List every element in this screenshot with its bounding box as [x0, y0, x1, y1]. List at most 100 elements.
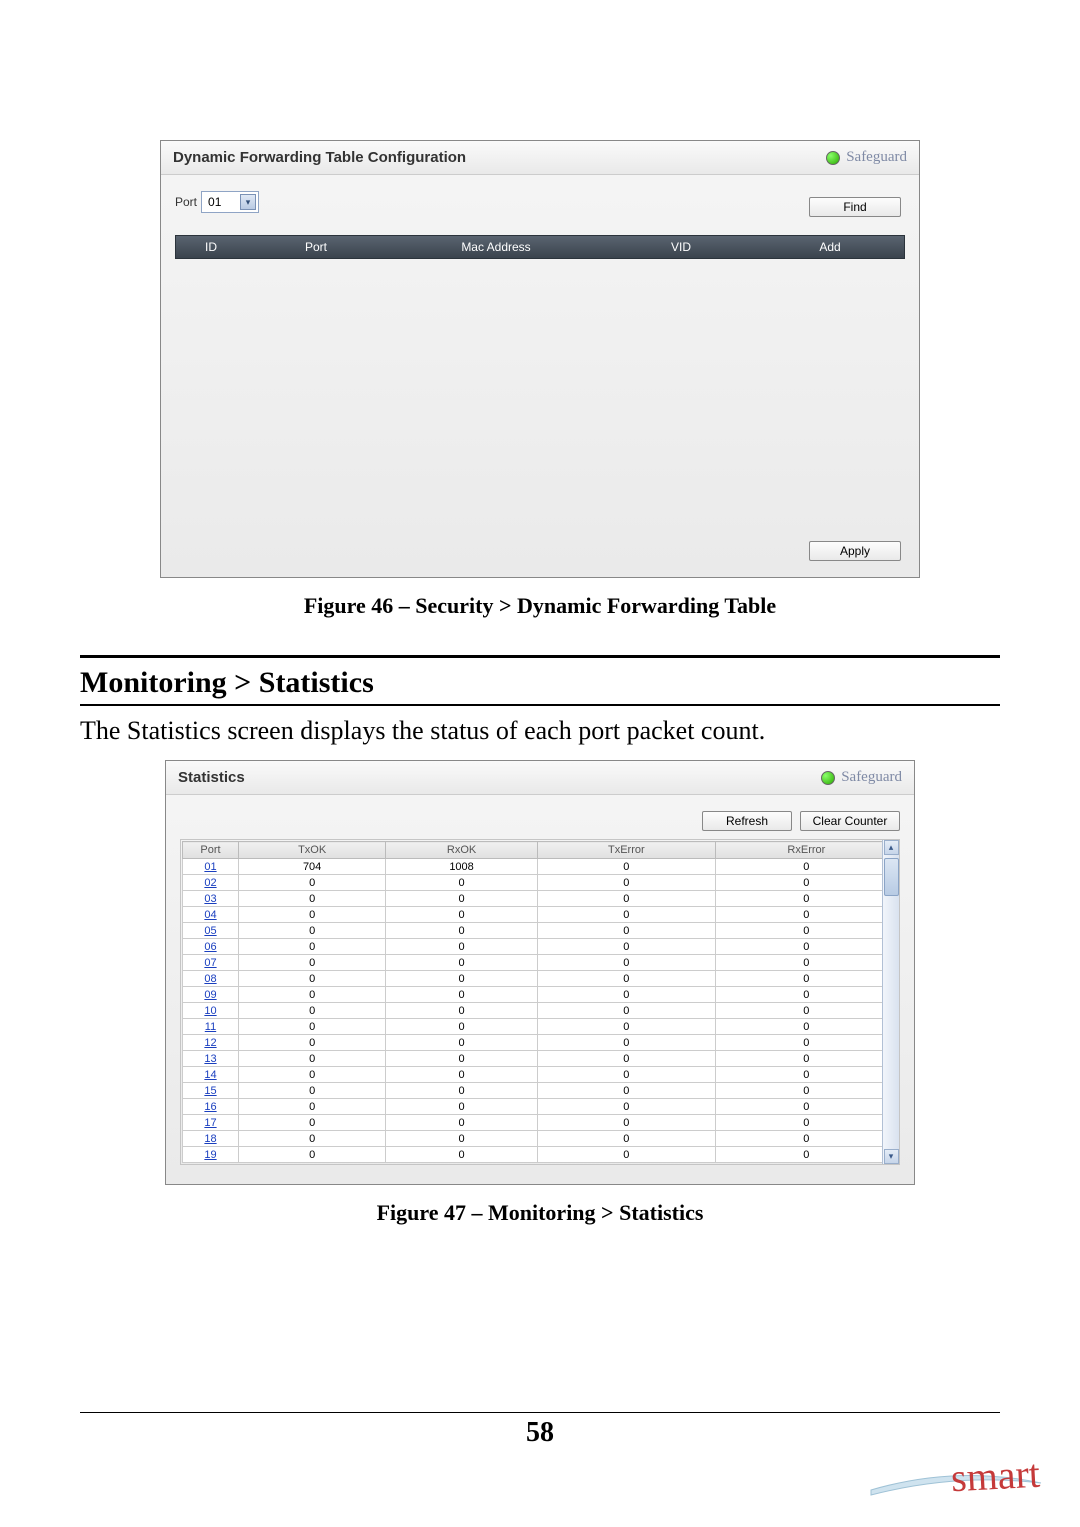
- cell-txok: 0: [239, 1067, 386, 1083]
- port-link[interactable]: 03: [183, 891, 239, 907]
- cell-txok: 0: [239, 971, 386, 987]
- cell-txok: 0: [239, 987, 386, 1003]
- col-vid: VID: [606, 240, 756, 254]
- col-port[interactable]: Port: [183, 842, 239, 859]
- port-link[interactable]: 05: [183, 923, 239, 939]
- table-row: 050000: [183, 923, 898, 939]
- table-row: 110000: [183, 1019, 898, 1035]
- cell-rxok: 0: [386, 1035, 538, 1051]
- port-link[interactable]: 18: [183, 1131, 239, 1147]
- refresh-button[interactable]: Refresh: [702, 811, 792, 831]
- statistics-table-wrap: Port TxOK RxOK TxError RxError 017041008…: [180, 839, 900, 1165]
- cell-txerr: 0: [537, 955, 715, 971]
- port-link[interactable]: 15: [183, 1083, 239, 1099]
- cell-txok: 0: [239, 1019, 386, 1035]
- table-row: 120000: [183, 1035, 898, 1051]
- safeguard-label: Safeguard: [841, 769, 902, 786]
- cell-txok: 0: [239, 875, 386, 891]
- cell-rxerr: 0: [715, 1083, 897, 1099]
- port-link[interactable]: 04: [183, 907, 239, 923]
- cell-txerr: 0: [537, 1067, 715, 1083]
- cell-rxok: 0: [386, 1115, 538, 1131]
- find-button[interactable]: Find: [809, 197, 901, 217]
- cell-rxok: 0: [386, 1083, 538, 1099]
- statistics-table: Port TxOK RxOK TxError RxError 017041008…: [182, 841, 898, 1163]
- cell-txok: 0: [239, 1035, 386, 1051]
- safeguard-dot-icon: [821, 771, 835, 785]
- cell-rxerr: 0: [715, 1147, 897, 1163]
- chevron-down-icon[interactable]: ▾: [240, 194, 256, 210]
- cell-rxok: 0: [386, 1051, 538, 1067]
- figure-46-caption: Figure 46 – Security > Dynamic Forwardin…: [80, 593, 1000, 619]
- cell-txok: 0: [239, 955, 386, 971]
- cell-txerr: 0: [537, 1003, 715, 1019]
- scrollbar-thumb[interactable]: [884, 858, 899, 896]
- port-link[interactable]: 13: [183, 1051, 239, 1067]
- cell-rxok: 0: [386, 1003, 538, 1019]
- cell-txerr: 0: [537, 1019, 715, 1035]
- col-id: ID: [176, 240, 246, 254]
- col-rxok[interactable]: RxOK: [386, 842, 538, 859]
- cell-txerr: 0: [537, 923, 715, 939]
- page-number: 58: [80, 1412, 1000, 1449]
- scrollbar[interactable]: ▴ ▾: [882, 840, 899, 1164]
- cell-txok: 0: [239, 939, 386, 955]
- cell-rxok: 0: [386, 1019, 538, 1035]
- cell-txerr: 0: [537, 1147, 715, 1163]
- panel-header: Dynamic Forwarding Table Configuration S…: [161, 141, 919, 175]
- cell-txok: 0: [239, 891, 386, 907]
- port-link[interactable]: 11: [183, 1019, 239, 1035]
- cell-txerr: 0: [537, 1083, 715, 1099]
- cell-txok: 0: [239, 1083, 386, 1099]
- cell-txok: 0: [239, 1099, 386, 1115]
- table-row: 150000: [183, 1083, 898, 1099]
- port-link[interactable]: 09: [183, 987, 239, 1003]
- cell-txok: 0: [239, 1115, 386, 1131]
- cell-txerr: 0: [537, 1115, 715, 1131]
- cell-txerr: 0: [537, 971, 715, 987]
- scroll-down-icon[interactable]: ▾: [884, 1149, 899, 1164]
- cell-rxok: 0: [386, 923, 538, 939]
- port-link[interactable]: 19: [183, 1147, 239, 1163]
- cell-rxok: 0: [386, 907, 538, 923]
- col-port: Port: [246, 240, 386, 254]
- port-link[interactable]: 02: [183, 875, 239, 891]
- port-link[interactable]: 14: [183, 1067, 239, 1083]
- cell-rxok: 1008: [386, 859, 538, 875]
- port-select[interactable]: 01 ▾: [201, 191, 259, 213]
- table-row: 030000: [183, 891, 898, 907]
- apply-button[interactable]: Apply: [809, 541, 901, 561]
- table-row: 170000: [183, 1115, 898, 1131]
- cell-txok: 0: [239, 907, 386, 923]
- table-row: 060000: [183, 939, 898, 955]
- port-link[interactable]: 07: [183, 955, 239, 971]
- port-link[interactable]: 10: [183, 1003, 239, 1019]
- clear-counter-button[interactable]: Clear Counter: [800, 811, 900, 831]
- cell-txok: 0: [239, 923, 386, 939]
- cell-rxok: 0: [386, 987, 538, 1003]
- port-link[interactable]: 12: [183, 1035, 239, 1051]
- table-row: 190000: [183, 1147, 898, 1163]
- table-row: 070000: [183, 955, 898, 971]
- table-row: 160000: [183, 1099, 898, 1115]
- cell-txerr: 0: [537, 859, 715, 875]
- cell-txok: 0: [239, 1147, 386, 1163]
- table-row: 140000: [183, 1067, 898, 1083]
- table-row: 01704100800: [183, 859, 898, 875]
- port-link[interactable]: 17: [183, 1115, 239, 1131]
- table-row: 040000: [183, 907, 898, 923]
- panel-title: Statistics: [178, 769, 245, 786]
- col-rxerr[interactable]: RxError: [715, 842, 897, 859]
- cell-rxerr: 0: [715, 1019, 897, 1035]
- cell-rxerr: 0: [715, 1035, 897, 1051]
- scroll-up-icon[interactable]: ▴: [884, 840, 899, 855]
- col-txok[interactable]: TxOK: [239, 842, 386, 859]
- cell-rxok: 0: [386, 971, 538, 987]
- cell-rxok: 0: [386, 1099, 538, 1115]
- port-link[interactable]: 16: [183, 1099, 239, 1115]
- table-row: 100000: [183, 1003, 898, 1019]
- port-link[interactable]: 06: [183, 939, 239, 955]
- port-link[interactable]: 01: [183, 859, 239, 875]
- col-txerr[interactable]: TxError: [537, 842, 715, 859]
- port-link[interactable]: 08: [183, 971, 239, 987]
